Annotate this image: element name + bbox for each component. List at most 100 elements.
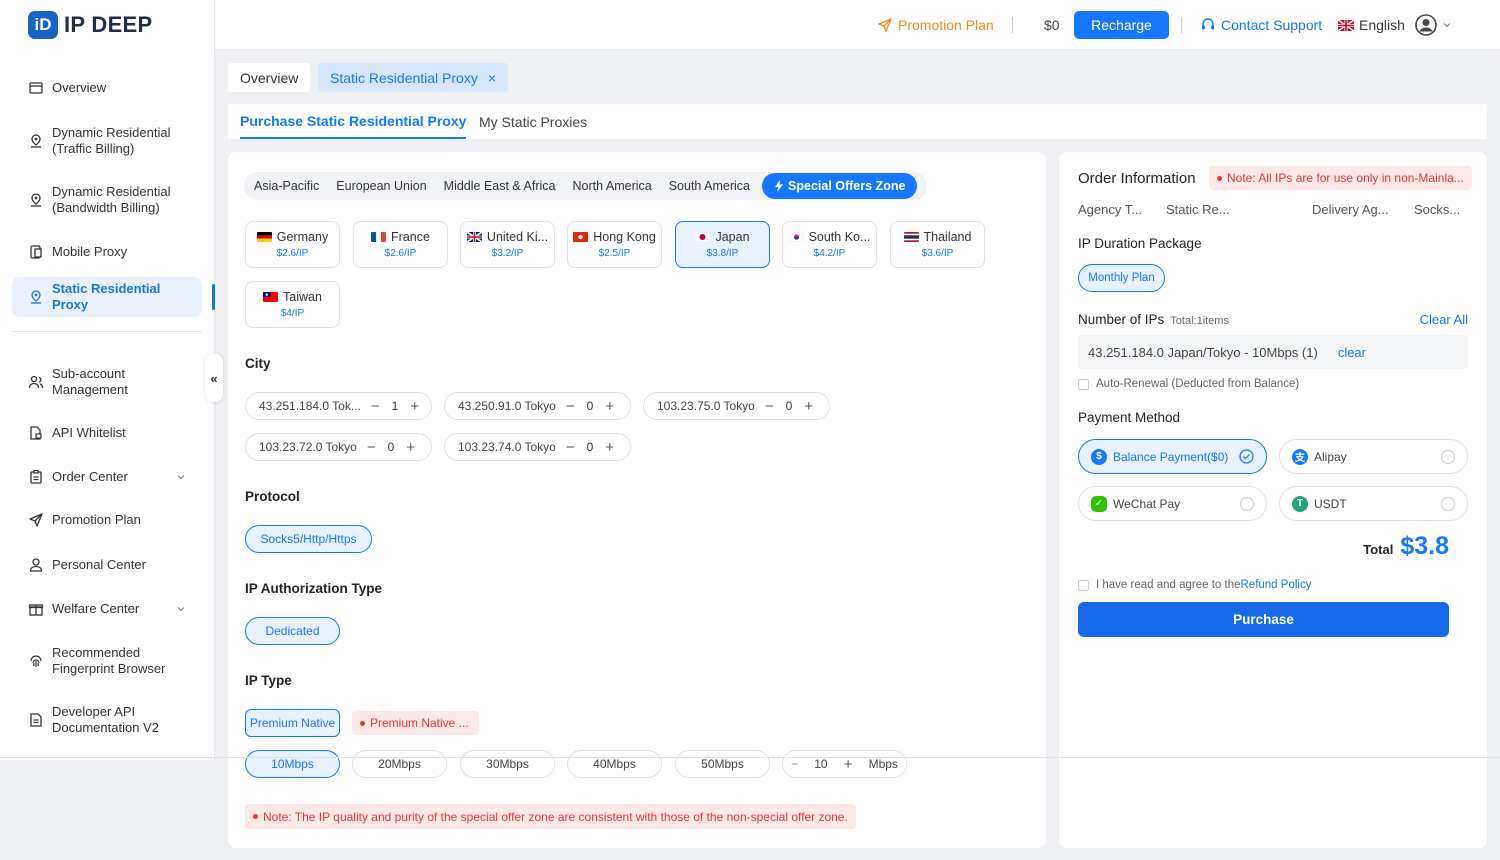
- promotion-link[interactable]: Promotion Plan: [877, 0, 994, 50]
- bandwidth-option[interactable]: 50Mbps: [675, 750, 770, 778]
- purchase-button[interactable]: Purchase: [1078, 602, 1449, 637]
- tab-static-residential[interactable]: Static Residential Proxy ×: [318, 63, 509, 92]
- radio[interactable]: [1441, 449, 1455, 464]
- payment-alipay[interactable]: 支 Alipay: [1279, 439, 1468, 474]
- auth-option[interactable]: Dedicated: [245, 617, 340, 645]
- payment-balance[interactable]: $ Balance Payment($0): [1078, 439, 1267, 474]
- bandwidth-option[interactable]: 30Mbps: [460, 750, 555, 778]
- gift-icon: [28, 604, 44, 616]
- country-card[interactable]: Hong Kong $2.5/IP: [567, 221, 662, 268]
- auto-renew[interactable]: Auto-Renewal (Deducted from Balance): [1078, 378, 1299, 390]
- city-title: City: [245, 356, 271, 371]
- country-card[interactable]: Germany $2.6/IP: [245, 221, 340, 268]
- country-price: $3.8/IP: [706, 248, 739, 259]
- region-tab[interactable]: Asia-Pacific: [254, 179, 319, 193]
- bandwidth-option[interactable]: 40Mbps: [567, 750, 662, 778]
- quantity[interactable]: 1: [392, 399, 399, 413]
- quantity[interactable]: 0: [388, 440, 395, 454]
- user-menu[interactable]: [1415, 0, 1452, 50]
- sidebar-item-static-residential[interactable]: Static Residential Proxy: [12, 277, 202, 317]
- country-card[interactable]: Thailand $3.6/IP: [890, 221, 985, 268]
- sidebar-item-overview[interactable]: Overview: [12, 79, 202, 97]
- window-icon: [29, 82, 43, 94]
- minus-button[interactable]: −: [566, 398, 575, 415]
- region-tab[interactable]: North America: [573, 179, 652, 193]
- country-card[interactable]: South Ko... $4.2/IP: [782, 221, 877, 268]
- sidebar-item-dynamic-bandwidth[interactable]: Dynamic Residential (Bandwidth Billing): [12, 183, 202, 217]
- minus-button[interactable]: −: [371, 398, 380, 415]
- tab-overview[interactable]: Overview: [228, 63, 311, 92]
- sidebar-collapse-button[interactable]: «: [205, 354, 223, 402]
- language-selector[interactable]: English: [1338, 0, 1405, 50]
- ip-type-option[interactable]: Premium Native: [245, 709, 340, 737]
- clear-all-link[interactable]: Clear All: [1420, 312, 1468, 327]
- refund-policy-link[interactable]: Refund Policy: [1241, 579, 1312, 591]
- country-card-selected[interactable]: Japan $3.8/IP: [675, 221, 770, 268]
- tab-purchase[interactable]: Purchase Static Residential Proxy: [240, 104, 467, 139]
- sidebar-item-label: Dynamic Residential (Traffic Billing): [52, 125, 171, 156]
- checkbox[interactable]: [1078, 579, 1089, 591]
- contact-support-link[interactable]: Contact Support: [1200, 0, 1322, 50]
- sidebar-item-mobile-proxy[interactable]: Mobile Proxy: [12, 243, 202, 261]
- minus-button[interactable]: −: [765, 398, 774, 415]
- sidebar-item-dynamic-traffic[interactable]: Dynamic Residential (Traffic Billing): [12, 124, 202, 158]
- bandwidth-option[interactable]: 10Mbps: [245, 750, 340, 778]
- logo[interactable]: iD IP DEEP: [28, 11, 153, 39]
- checkbox[interactable]: [1078, 378, 1089, 390]
- duration-option[interactable]: Monthly Plan: [1078, 264, 1165, 292]
- sidebar-item-label: Promotion Plan: [52, 512, 141, 527]
- red-dot: [1217, 175, 1222, 181]
- region-tab[interactable]: European Union: [336, 179, 426, 193]
- auth-title: IP Authorization Type: [245, 581, 383, 596]
- minus-button[interactable]: −: [566, 439, 575, 456]
- payment-usdt[interactable]: T USDT: [1279, 486, 1468, 521]
- city-item: 103.23.74.0 Tokyo −0 +: [444, 433, 631, 461]
- count-total: Total:1items: [1170, 315, 1229, 327]
- sidebar-item-subaccount[interactable]: Sub-account Management: [12, 365, 202, 399]
- divider: [0, 757, 1500, 758]
- count-label: Number of IPs: [1078, 312, 1165, 327]
- plus-button[interactable]: +: [406, 439, 415, 456]
- order-note-text: Note: All IPs are for use only in non-Ma…: [1227, 171, 1464, 185]
- fingerprint-icon: [30, 655, 42, 667]
- sidebar-item-api-whitelist[interactable]: API Whitelist: [12, 424, 202, 442]
- plus-button[interactable]: +: [844, 756, 853, 773]
- sidebar-item-promotion[interactable]: Promotion Plan: [12, 511, 202, 529]
- radio[interactable]: [1240, 496, 1254, 511]
- payment-label-text: USDT: [1314, 496, 1347, 511]
- tab-my-proxies[interactable]: My Static Proxies: [479, 104, 587, 139]
- sidebar-item-developer-api[interactable]: Developer API Documentation V2: [12, 703, 202, 737]
- ip-type-option-other[interactable]: Premium Native ...: [352, 711, 479, 735]
- bandwidth-value[interactable]: 10: [814, 757, 827, 771]
- country-card[interactable]: United Ki... $3.2/IP: [460, 221, 555, 268]
- agree-text: I have read and agree to the: [1096, 579, 1241, 591]
- sidebar-item-personal[interactable]: Personal Center: [12, 556, 202, 574]
- country-card[interactable]: France $2.6/IP: [353, 221, 448, 268]
- region-tab[interactable]: Middle East & Africa: [444, 179, 556, 193]
- minus-button[interactable]: −: [791, 757, 798, 771]
- payment-wechat[interactable]: ✓ WeChat Pay: [1078, 486, 1267, 521]
- recharge-button[interactable]: Recharge: [1074, 11, 1169, 39]
- quantity[interactable]: 0: [587, 399, 594, 413]
- plus-button[interactable]: +: [410, 398, 419, 415]
- quantity[interactable]: 0: [786, 399, 793, 413]
- plus-button[interactable]: +: [605, 398, 614, 415]
- quantity[interactable]: 0: [587, 440, 594, 454]
- order-note: Note: All IPs are for use only in non-Ma…: [1209, 166, 1472, 190]
- protocol-option[interactable]: Socks5/Http/Https: [245, 525, 372, 553]
- plus-button[interactable]: +: [804, 398, 813, 415]
- region-tab[interactable]: South America: [669, 179, 750, 193]
- close-icon[interactable]: ×: [488, 70, 496, 86]
- agree-terms[interactable]: I have read and agree to theRefund Polic…: [1078, 579, 1311, 591]
- plus-button[interactable]: +: [605, 439, 614, 456]
- sidebar-item-welfare[interactable]: Welfare Center: [12, 600, 202, 618]
- sidebar-item-order-center[interactable]: Order Center: [12, 468, 202, 486]
- minus-button[interactable]: −: [367, 439, 376, 456]
- alipay-icon: 支: [1292, 448, 1308, 465]
- radio[interactable]: [1441, 496, 1455, 511]
- clear-link[interactable]: clear: [1338, 345, 1366, 360]
- bandwidth-option[interactable]: 20Mbps: [352, 750, 447, 778]
- sidebar-item-fingerprint[interactable]: Recommended Fingerprint Browser: [12, 644, 202, 678]
- region-tab-special[interactable]: Special Offers Zone: [762, 173, 918, 199]
- country-card[interactable]: Taiwan $4/IP: [245, 281, 340, 328]
